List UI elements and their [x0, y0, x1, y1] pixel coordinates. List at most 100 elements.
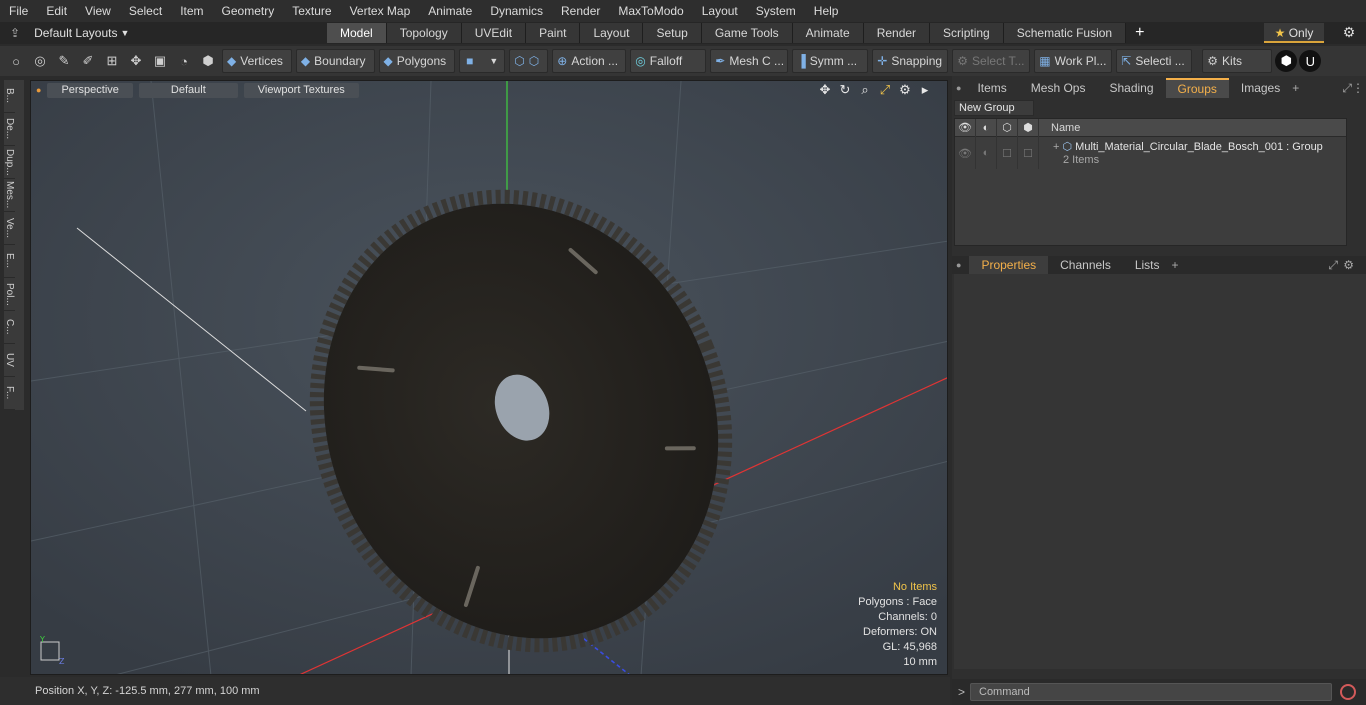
gear-icon[interactable]: ⚙ [1340, 24, 1358, 42]
tab-paint[interactable]: Paint [526, 23, 581, 43]
tab-mesh-ops[interactable]: Mesh Ops [1019, 79, 1098, 97]
tab-properties[interactable]: Properties [969, 256, 1049, 274]
menu-edit[interactable]: Edit [37, 0, 76, 22]
menu-geometry[interactable]: Geometry [213, 0, 284, 22]
menu-animate[interactable]: Animate [419, 0, 481, 22]
menu-select[interactable]: Select [120, 0, 171, 22]
new-group-button[interactable]: New Group [954, 100, 1034, 116]
menu-dynamics[interactable]: Dynamics [481, 0, 552, 22]
sidebar-item-vertex[interactable]: Ve... [4, 212, 15, 245]
unity-icon[interactable]: ⬢ [1275, 50, 1298, 72]
menu-help[interactable]: Help [805, 0, 848, 22]
sym-icons-button[interactable]: ⬡ ⬡ [509, 49, 549, 73]
play-icon[interactable]: ▸ [915, 82, 935, 98]
menu-render[interactable]: Render [552, 0, 609, 22]
orbit-icon[interactable]: ↻ [835, 82, 855, 98]
perspective-button[interactable]: Perspective [47, 82, 133, 98]
tab-schematic-fusion[interactable]: Schematic Fusion [1003, 23, 1127, 43]
record-macro-icon[interactable] [1340, 684, 1356, 700]
tab-layout[interactable]: Layout [580, 23, 644, 43]
shading-default-button[interactable]: Default [138, 82, 238, 98]
pen-icon[interactable]: ✎ [53, 50, 75, 72]
tab-model[interactable]: Model [327, 23, 387, 43]
list-item[interactable]: 👁 ◐ ☐ ☐ + ⬡ Multi_Material_Circular_Blad… [955, 137, 1346, 169]
snapping-button[interactable]: ✛ Snapping [872, 49, 949, 73]
zoom-icon[interactable]: ⌕ [855, 82, 875, 98]
tab-groups[interactable]: Groups [1165, 78, 1229, 98]
polygons-button[interactable]: ◆ Polygons [378, 49, 456, 73]
tab-scripting[interactable]: Scripting [930, 23, 1004, 43]
menu-texture[interactable]: Texture [283, 0, 340, 22]
selection-button[interactable]: ⇱ Selecti ... [1116, 49, 1193, 73]
menu-file[interactable]: File [0, 0, 37, 22]
3d-viewport[interactable]: ● Perspective Default Viewport Textures … [30, 80, 948, 675]
only-toggle[interactable]: ★ Only [1264, 23, 1324, 43]
command-input[interactable]: Command [970, 683, 1332, 701]
mesh-constraint-button[interactable]: ✒ Mesh C ... [710, 49, 789, 73]
tab-setup[interactable]: Setup [643, 23, 702, 43]
unreal-icon[interactable]: U [1299, 50, 1322, 72]
render-toggle-icon[interactable]: ◐ [976, 137, 997, 169]
add-prop-tab-icon[interactable]: + [1172, 258, 1179, 272]
prop-expand-icon[interactable]: ⤢ [1328, 258, 1338, 273]
sidebar-item-mesh[interactable]: Mes... [4, 179, 15, 212]
tab-lists[interactable]: Lists [1123, 256, 1172, 274]
panel-menu-icon[interactable]: ⋮ [1352, 81, 1364, 95]
prop-gear-icon[interactable]: ⚙ [1343, 258, 1354, 272]
vertices-button[interactable]: ◆ Vertices [222, 49, 292, 73]
lock-checkbox[interactable]: ☐ [997, 137, 1018, 169]
item-mode-button[interactable]: ■ ▼ [459, 49, 506, 73]
layout-selector[interactable]: ⇪ Default Layouts ▼ [0, 26, 150, 40]
sidebar-item-curve[interactable]: C... [4, 311, 15, 344]
visibility-toggle-icon[interactable]: 👁 [955, 137, 976, 169]
move-icon[interactable]: ✥ [125, 50, 147, 72]
tab-items[interactable]: Items [965, 79, 1018, 97]
select-checkbox[interactable]: ☐ [1018, 137, 1039, 169]
tab-animate[interactable]: Animate [792, 23, 864, 43]
maximize-icon[interactable]: ⤢ [875, 82, 895, 98]
sidebar-item-duplicate[interactable]: Dup... [4, 146, 15, 179]
viewport-gear-icon[interactable]: ⚙ [895, 82, 915, 98]
work-plane-button[interactable]: ▦ Work Pl... [1034, 49, 1113, 73]
select-col-icon[interactable]: ⬢ [1018, 118, 1039, 137]
tab-render[interactable]: Render [863, 23, 931, 43]
select-through-button[interactable]: ⚙ Select T... [952, 49, 1031, 73]
tab-game-tools[interactable]: Game Tools [701, 23, 793, 43]
expand-plus-icon[interactable]: + [1053, 141, 1059, 153]
tab-shading[interactable]: Shading [1097, 79, 1165, 97]
rotate-icon[interactable]: ◔ [173, 50, 195, 72]
visibility-col-icon[interactable]: 👁 [955, 118, 976, 137]
sidebar-item-fusion[interactable]: F... [4, 377, 15, 410]
expand-icon[interactable]: ⤢ [1342, 81, 1352, 96]
sidebar-item-basic[interactable]: B... [4, 80, 15, 113]
scale-icon[interactable]: ▣ [149, 50, 171, 72]
tab-images[interactable]: Images [1229, 79, 1292, 97]
menu-item[interactable]: Item [171, 0, 212, 22]
tab-topology[interactable]: Topology [386, 23, 462, 43]
sidebar-item-polygon[interactable]: Pol... [4, 278, 15, 311]
globe-icon[interactable]: ◎ [29, 50, 51, 72]
add-panel-tab-icon[interactable]: + [1292, 81, 1299, 95]
group-entry[interactable]: + ⬡ Multi_Material_Circular_Blade_Bosch_… [1039, 137, 1323, 167]
menu-maxtomodo[interactable]: MaxToModo [609, 0, 692, 22]
pan-icon[interactable]: ✥ [815, 82, 835, 98]
brush-icon[interactable]: ✐ [77, 50, 99, 72]
boundary-button[interactable]: ◆ Boundary [295, 49, 375, 73]
menu-layout[interactable]: Layout [693, 0, 747, 22]
sidebar-item-edge[interactable]: E... [4, 245, 15, 278]
transform-icon[interactable]: ⊞ [101, 50, 123, 72]
sidebar-item-deform[interactable]: De... [4, 113, 15, 146]
menu-view[interactable]: View [76, 0, 120, 22]
add-tab-button[interactable]: + [1126, 23, 1153, 43]
menu-system[interactable]: System [747, 0, 805, 22]
tab-uvedit[interactable]: UVEdit [461, 23, 527, 43]
menu-vertex-map[interactable]: Vertex Map [341, 0, 420, 22]
lock-col-icon[interactable]: ⬡ [997, 118, 1018, 137]
shield-icon[interactable]: ⬢ [197, 50, 219, 72]
falloff-button[interactable]: ◎ Falloff [630, 49, 707, 73]
sidebar-item-uv[interactable]: UV [4, 344, 15, 377]
action-button[interactable]: ⊕ Action ... [552, 49, 627, 73]
kits-button[interactable]: ⚙ Kits [1202, 49, 1273, 73]
render-col-icon[interactable]: ◐ [976, 118, 997, 137]
circle-select-icon[interactable]: ○ [5, 50, 27, 72]
